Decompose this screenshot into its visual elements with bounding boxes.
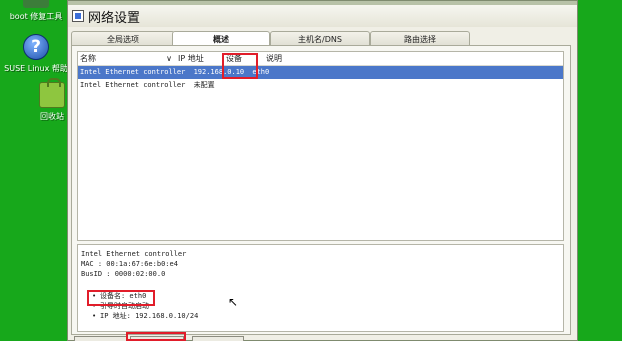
details-title: Intel Ethernet controller — [81, 250, 187, 258]
row-ip: 192.168.0.10 — [193, 68, 245, 76]
details-busid: BusID : 0000:02:00.0 — [81, 270, 166, 278]
folder-icon — [23, 0, 49, 8]
row-device: eth0 — [252, 68, 270, 76]
desktop-icon-label: SUSE Linux 帮助 — [4, 64, 68, 73]
table-row[interactable]: Intel Ethernet controller 未配置 — [78, 79, 563, 92]
sort-arrow-icon: ∨ — [166, 54, 172, 63]
trash-icon — [39, 78, 65, 108]
row-name: Intel Ethernet controller — [80, 68, 186, 76]
button-bar — [68, 336, 579, 341]
details-boot-start: 引导时自动启动 — [92, 301, 563, 311]
interface-list: 名称 ∨ IP 地址 设备 说明 Intel Ethernet controll… — [77, 51, 564, 241]
column-device[interactable]: 设备 — [224, 52, 264, 65]
column-name-label: 名称 — [80, 54, 96, 63]
column-name[interactable]: 名称 ∨ — [78, 52, 176, 65]
desktop-icon-boot[interactable]: boot 修复工具 — [4, 0, 68, 22]
list-header: 名称 ∨ IP 地址 设备 说明 — [78, 52, 563, 66]
network-settings-window: 网络设置 全局选项 主机名/DNS 路由选择 概述 名称 ∨ IP 地址 设备 … — [67, 0, 578, 341]
details-ip-address: IP 地址: 192.168.0.10/24 — [92, 311, 563, 321]
row-name: Intel Ethernet controller — [80, 81, 186, 89]
column-description[interactable]: 说明 — [264, 52, 324, 65]
help-icon: ? — [23, 34, 49, 60]
details-mac: MAC : 00:1a:67:6e:b0:e4 — [81, 260, 178, 268]
overview-panel: 名称 ∨ IP 地址 设备 说明 Intel Ethernet controll… — [71, 45, 571, 335]
add-button[interactable] — [74, 336, 128, 341]
row-ip: 未配置 — [193, 81, 215, 89]
delete-button[interactable] — [192, 336, 244, 341]
column-ip[interactable]: IP 地址 — [176, 52, 224, 65]
desktop-icon-help[interactable]: ? SUSE Linux 帮助 — [4, 34, 68, 74]
edit-button[interactable] — [130, 336, 184, 341]
window-title: 网络设置 — [88, 10, 141, 26]
table-row[interactable]: Intel Ethernet controller 192.168.0.10 e… — [78, 66, 563, 79]
desktop-icon-label: boot 修复工具 — [9, 12, 63, 21]
details-bullets: 设备名: eth0 引导时自动启动 IP 地址: 192.168.0.10/24 — [78, 291, 563, 321]
details-device-name: 设备名: eth0 — [92, 291, 563, 301]
window-titlebar[interactable]: 网络设置 — [68, 5, 577, 27]
mouse-cursor-icon: ↖ — [228, 295, 239, 309]
network-icon — [72, 10, 84, 22]
interface-details: Intel Ethernet controller MAC : 00:1a:67… — [77, 244, 564, 332]
